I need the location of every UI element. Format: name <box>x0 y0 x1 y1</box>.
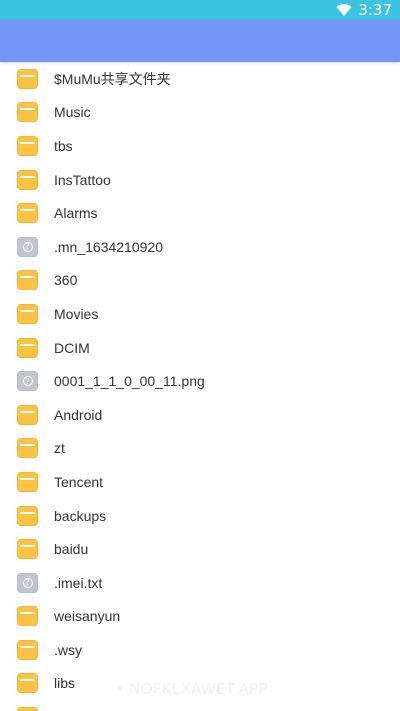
folder-icon <box>17 673 38 694</box>
file-name: .imei.txt <box>54 574 103 591</box>
list-item[interactable]: $MuMu共享文件夹 <box>0 62 400 96</box>
list-item[interactable]: Tencent <box>0 465 400 499</box>
file-name: Movies <box>54 305 99 322</box>
list-item[interactable]: tbs <box>0 129 400 163</box>
unknown-file-icon: ? <box>17 572 38 593</box>
watermark-text: • NOFKLXAWET.APP <box>115 680 268 698</box>
list-item[interactable]: ? .mn_1634210920 <box>0 230 400 264</box>
folder-icon <box>17 102 38 123</box>
list-item[interactable]: Alarms <box>0 196 400 230</box>
file-name: 360 <box>54 272 78 289</box>
list-item[interactable]: DCIM <box>0 331 400 365</box>
folder-icon <box>17 505 38 526</box>
folder-icon <box>17 203 38 224</box>
question-mark-glyph: ? <box>25 578 30 588</box>
file-name: 0001_1_1_0_00_11.png <box>54 373 205 390</box>
file-name: weisanyun <box>54 608 121 625</box>
folder-icon <box>17 404 38 425</box>
file-list: $MuMu共享文件夹 Music tbs InsTattoo Alarms? .mn_16… <box>0 62 400 711</box>
status-time: 3:37 <box>358 1 392 19</box>
folder-icon <box>17 68 38 89</box>
app-bar <box>0 20 400 62</box>
folder-icon <box>17 169 38 190</box>
file-name: InsTattoo <box>54 171 111 188</box>
unknown-file-icon: ? <box>17 236 38 257</box>
question-mark-glyph: ? <box>25 376 30 386</box>
folder-icon <box>17 303 38 324</box>
folder-icon <box>17 471 38 492</box>
file-name: libs <box>54 675 76 692</box>
file-name: Music <box>54 104 91 121</box>
file-name: Android <box>54 406 103 423</box>
file-name: .mn_1634210920 <box>54 238 163 255</box>
file-name: backups <box>54 507 107 524</box>
list-item[interactable]: .wsy <box>0 633 400 667</box>
file-name: zt <box>54 440 65 457</box>
file-name: tbs <box>54 137 73 154</box>
list-item[interactable]: backups <box>0 499 400 533</box>
list-item[interactable]: ? 0001_1_1_0_00_11.png <box>0 364 400 398</box>
list-item[interactable]: InsTattoo <box>0 163 400 197</box>
file-name: baidu <box>54 541 89 558</box>
folder-icon <box>17 707 38 711</box>
wifi-icon <box>336 2 352 18</box>
list-item[interactable]: 360 <box>0 264 400 298</box>
list-item[interactable]: baidu <box>0 532 400 566</box>
file-name: Tencent <box>54 473 104 490</box>
folder-icon <box>17 606 38 627</box>
question-mark-glyph: ? <box>25 242 30 252</box>
file-name: DCIM <box>54 339 90 356</box>
folder-icon <box>17 438 38 459</box>
file-name: $MuMu共享文件夹 <box>54 70 171 87</box>
list-item[interactable]: Music <box>0 96 400 130</box>
file-name: Alarms <box>54 205 98 222</box>
list-item[interactable]: ? .imei.txt <box>0 566 400 600</box>
unknown-file-icon: ? <box>17 371 38 392</box>
list-item[interactable]: zt <box>0 432 400 466</box>
folder-icon <box>17 539 38 560</box>
folder-icon <box>17 135 38 156</box>
file-name: .wsy <box>54 641 82 658</box>
folder-icon <box>17 337 38 358</box>
list-item[interactable]: Android <box>0 398 400 432</box>
status-bar: 3:37 <box>0 0 400 20</box>
folder-icon <box>17 270 38 291</box>
folder-icon <box>17 639 38 660</box>
list-item[interactable]: weisanyun <box>0 600 400 634</box>
list-item[interactable]: Movies <box>0 297 400 331</box>
list-item[interactable] <box>0 700 400 711</box>
